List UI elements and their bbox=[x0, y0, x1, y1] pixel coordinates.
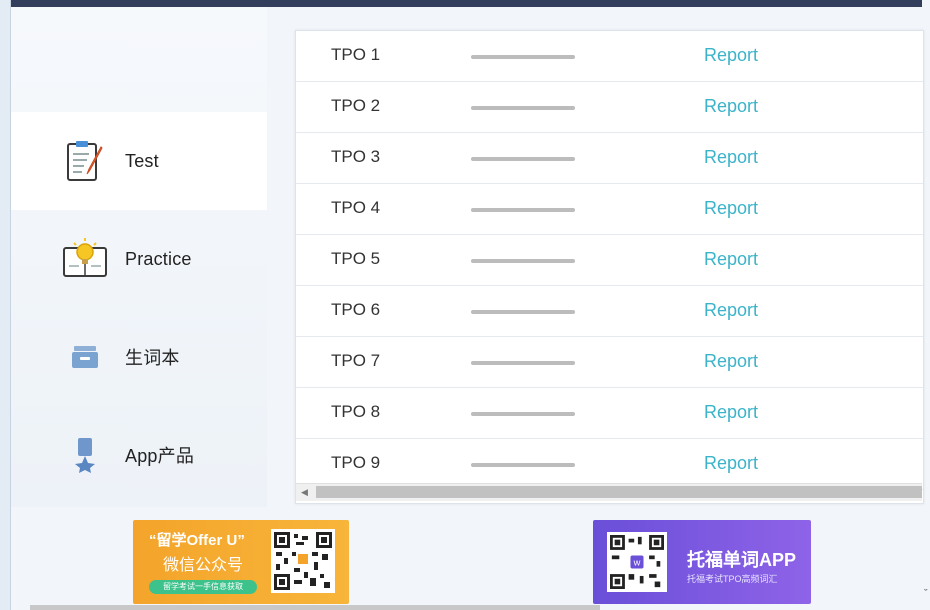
sidebar-item-practice[interactable]: Practice bbox=[11, 210, 267, 308]
list-item: TPO 2 Report bbox=[296, 82, 923, 133]
sidebar-item-test[interactable]: Test bbox=[11, 112, 267, 210]
banner-title: “留学Offer U” bbox=[149, 532, 245, 549]
report-link[interactable]: Report bbox=[704, 402, 758, 423]
report-link[interactable]: Report bbox=[704, 351, 758, 372]
report-link[interactable]: Report bbox=[704, 198, 758, 219]
report-link[interactable]: Report bbox=[704, 300, 758, 321]
tpo-list-panel: TPO 1 Report TPO 2 Report TPO 3 Report T… bbox=[295, 30, 924, 504]
banner-title: 托福单词APP bbox=[687, 550, 797, 570]
list-item: TPO 8 Report bbox=[296, 388, 923, 439]
sidebar-item-label: Practice bbox=[125, 248, 192, 269]
report-link[interactable]: Report bbox=[704, 147, 758, 168]
report-link[interactable]: Report bbox=[704, 453, 758, 474]
list-item: TPO 7 Report bbox=[296, 337, 923, 388]
title-bar bbox=[10, 0, 922, 7]
progress-bar bbox=[471, 208, 575, 212]
bottom-scrollbar[interactable] bbox=[30, 605, 600, 610]
scroll-left-arrow-icon[interactable]: ◀ bbox=[296, 484, 313, 501]
window-left-edge bbox=[0, 0, 11, 610]
report-link[interactable]: Report bbox=[704, 45, 758, 66]
sidebar-item-app[interactable]: App产品 bbox=[11, 406, 267, 504]
sidebar-item-label: Test bbox=[125, 150, 159, 171]
qr-code bbox=[271, 529, 335, 593]
progress-bar bbox=[471, 157, 575, 161]
scrollbar-thumb[interactable] bbox=[316, 486, 922, 498]
tpo-title: TPO 8 bbox=[331, 402, 381, 421]
report-link[interactable]: Report bbox=[704, 96, 758, 117]
svg-text:w: w bbox=[633, 558, 641, 568]
toefl-vocab-app-banner[interactable]: w 托福单词APP 托福考试TPO高频词汇 bbox=[593, 520, 811, 604]
tpo-title: TPO 6 bbox=[331, 300, 381, 319]
progress-bar bbox=[471, 106, 575, 110]
progress-bar bbox=[471, 361, 575, 365]
footer-banners: “留学Offer U” 微信公众号 留学考试一手信息获取 w 托福单词APP 托… bbox=[11, 507, 922, 605]
tpo-title: TPO 5 bbox=[331, 249, 381, 268]
list-item: TPO 1 Report bbox=[296, 31, 923, 82]
tpo-title: TPO 7 bbox=[331, 351, 381, 370]
clipboard-pencil-icon bbox=[61, 137, 109, 185]
report-link[interactable]: Report bbox=[704, 249, 758, 270]
banner-subtitle: 微信公众号 bbox=[163, 557, 244, 574]
tpo-title: TPO 4 bbox=[331, 198, 381, 217]
qr-code: w bbox=[607, 532, 667, 592]
progress-bar bbox=[471, 259, 575, 263]
progress-bar bbox=[471, 463, 575, 467]
horizontal-scrollbar[interactable]: ◀ bbox=[296, 483, 922, 501]
tpo-title: TPO 9 bbox=[331, 453, 381, 472]
list-item: TPO 5 Report bbox=[296, 235, 923, 286]
tpo-title: TPO 2 bbox=[331, 96, 381, 115]
tpo-title: TPO 3 bbox=[331, 147, 381, 166]
list-item: TPO 6 Report bbox=[296, 286, 923, 337]
sidebar-item-label: 生词本 bbox=[125, 348, 180, 368]
lightbulb-book-icon bbox=[61, 235, 109, 283]
vocab-box-icon bbox=[61, 333, 109, 381]
progress-bar bbox=[471, 55, 575, 59]
progress-bar bbox=[471, 412, 575, 416]
corner-glyph: ˇ bbox=[924, 588, 928, 600]
progress-bar bbox=[471, 310, 575, 314]
app-badge-icon bbox=[61, 431, 109, 479]
list-item: TPO 3 Report bbox=[296, 133, 923, 184]
tpo-title: TPO 1 bbox=[331, 45, 381, 64]
wechat-account-banner[interactable]: “留学Offer U” 微信公众号 留学考试一手信息获取 bbox=[133, 520, 349, 604]
list-item: TPO 4 Report bbox=[296, 184, 923, 235]
banner-tagline: 留学考试一手信息获取 bbox=[149, 580, 257, 594]
banner-subtitle: 托福考试TPO高频词汇 bbox=[687, 574, 778, 584]
sidebar: Test Practice 生词本 App产品 bbox=[11, 7, 267, 507]
sidebar-item-label: App产品 bbox=[125, 446, 195, 466]
sidebar-item-vocab[interactable]: 生词本 bbox=[11, 308, 267, 406]
